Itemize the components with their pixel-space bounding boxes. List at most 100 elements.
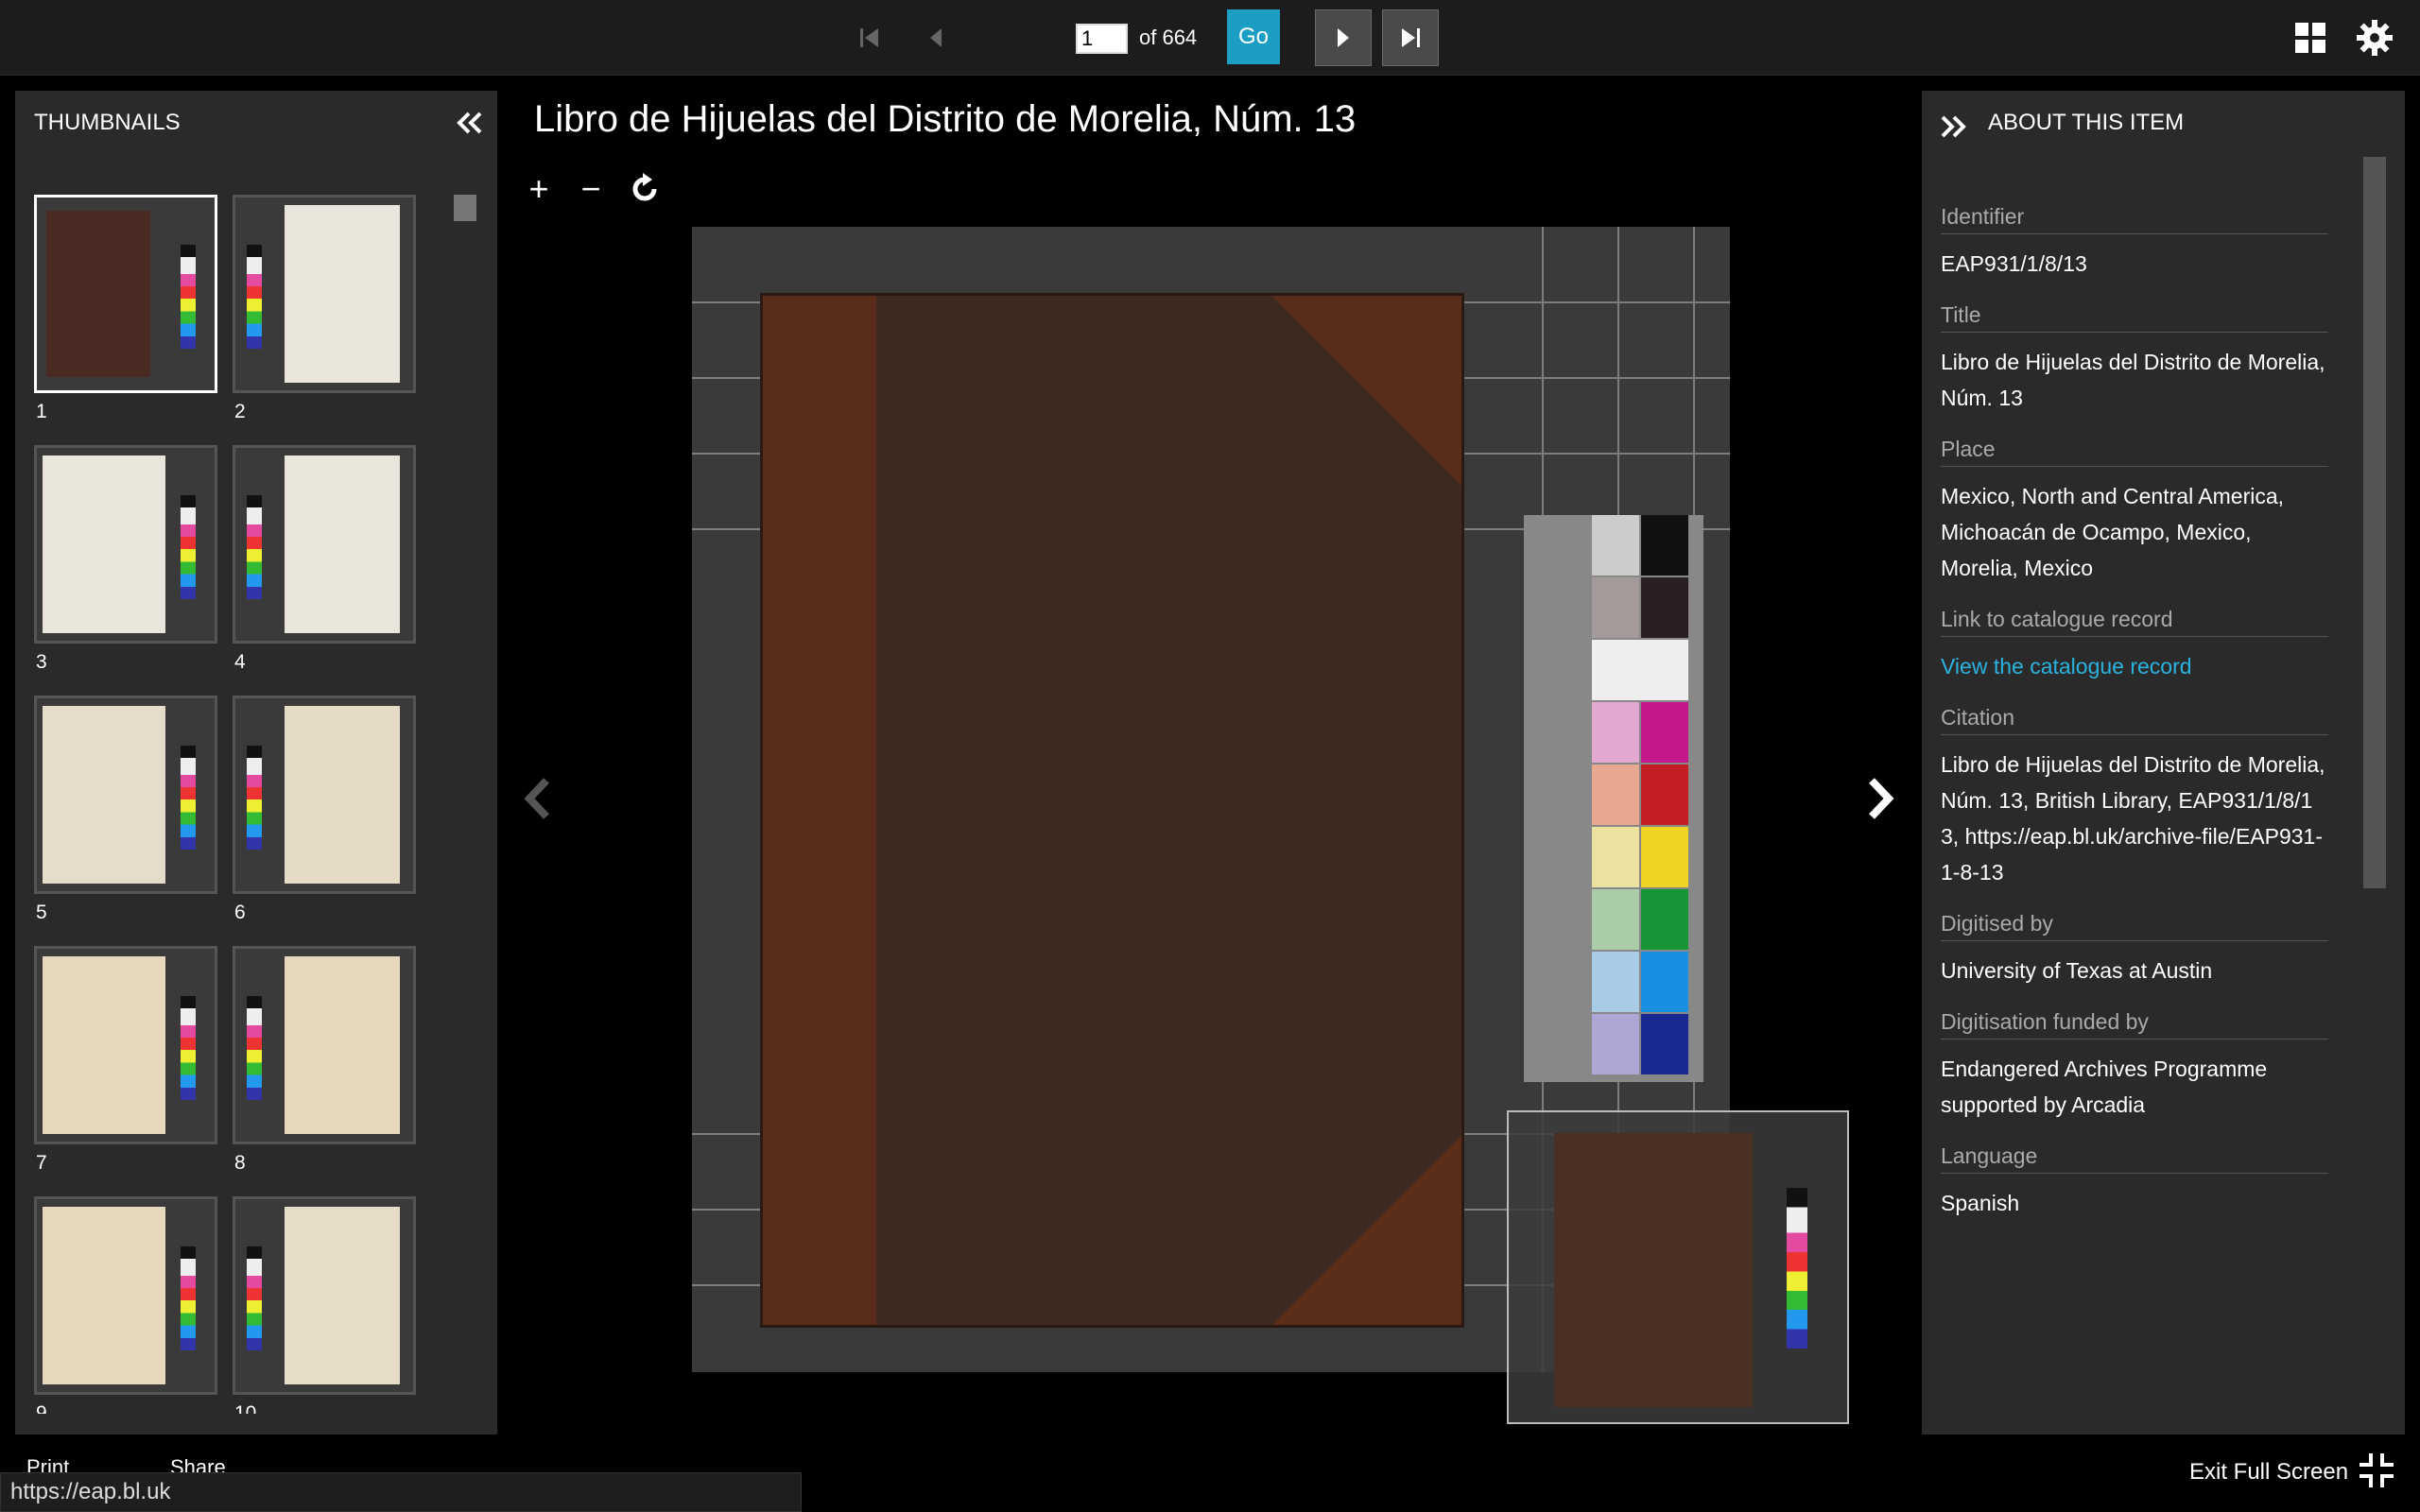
- identifier-label: Identifier: [1941, 204, 2328, 234]
- go-button[interactable]: Go: [1227, 9, 1280, 64]
- page-number-input[interactable]: [1076, 24, 1128, 54]
- color-chart-preview: [181, 746, 196, 850]
- previous-page-icon: [930, 28, 942, 47]
- color-chart-preview: [247, 245, 262, 349]
- exit-fullscreen-icon: [2360, 1453, 2394, 1487]
- color-chip: [1592, 765, 1639, 825]
- color-chart-preview: [247, 495, 262, 599]
- thumbnail-image: [34, 195, 217, 393]
- about-scrollbar[interactable]: [2363, 157, 2386, 888]
- citation-value: Libro de Hijuelas del Distrito de Moreli…: [1941, 752, 2325, 885]
- thumbnails-scrollbar[interactable]: [454, 195, 476, 221]
- color-chip: [1592, 952, 1639, 1012]
- page-preview: [43, 1207, 165, 1384]
- page-preview: [285, 956, 400, 1134]
- identifier-value: EAP931/1/8/13: [1941, 251, 2087, 276]
- page-preview: [43, 455, 165, 633]
- previous-image-arrow[interactable]: [518, 775, 560, 822]
- color-chart-preview: [247, 746, 262, 850]
- book-cover-image: [760, 293, 1464, 1328]
- last-page-button[interactable]: [1382, 9, 1439, 66]
- first-page-button[interactable]: [841, 9, 898, 66]
- catalogue-link-label: Link to catalogue record: [1941, 607, 2328, 637]
- collapse-thumbnails-button[interactable]: [450, 104, 488, 142]
- gallery-view-button[interactable]: [2291, 19, 2329, 57]
- thumbnail-item[interactable]: 5: [34, 696, 217, 923]
- gallery-icon: [2295, 23, 2325, 53]
- thumbnail-image: [233, 696, 416, 894]
- page-preview: [285, 455, 400, 633]
- book-corner: [1272, 296, 1461, 485]
- catalogue-record-link[interactable]: View the catalogue record: [1941, 648, 2328, 684]
- navigator-minimap[interactable]: [1507, 1110, 1849, 1424]
- thumbnail-label: 1: [36, 401, 47, 422]
- thumbnail-item[interactable]: 9: [34, 1196, 217, 1414]
- thumbnail-label: 5: [36, 902, 47, 923]
- thumbnail-image: [233, 946, 416, 1144]
- double-chevron-left-icon: [457, 112, 482, 134]
- last-page-icon: [1402, 28, 1420, 47]
- gear-icon: [2357, 20, 2393, 56]
- color-chip: [1592, 889, 1639, 950]
- exit-fullscreen-button[interactable]: Exit Full Screen: [2189, 1459, 2348, 1486]
- thumbnail-label: 2: [234, 401, 246, 422]
- title-label: Title: [1941, 302, 2328, 333]
- place-value: Mexico, North and Central America, Micho…: [1941, 484, 2285, 580]
- color-chart-preview: [247, 1246, 262, 1350]
- thumbnail-image: [34, 696, 217, 894]
- page-preview: [46, 211, 150, 377]
- thumbnail-image: [233, 445, 416, 644]
- thumbnail-label: 6: [234, 902, 246, 923]
- zoom-in-button[interactable]: +: [520, 169, 558, 208]
- next-page-icon: [1338, 28, 1349, 47]
- thumbnail-label: 7: [36, 1152, 47, 1174]
- thumbnail-item[interactable]: 7: [34, 946, 217, 1174]
- exit-fullscreen-icon-button[interactable]: [2358, 1452, 2395, 1489]
- color-chip: [1592, 640, 1688, 700]
- thumbnail-label: 4: [234, 651, 246, 673]
- color-chart-preview: [181, 495, 196, 599]
- color-chip: [1592, 702, 1639, 763]
- color-chip: [1641, 952, 1688, 1012]
- thumbnail-label: 10: [234, 1402, 257, 1414]
- thumbnail-image: [34, 445, 217, 644]
- thumbnail-item[interactable]: 6: [233, 696, 416, 923]
- about-panel: ABOUT THIS ITEM Identifier EAP931/1/8/13…: [1922, 91, 2405, 1435]
- double-chevron-right-icon: [1941, 115, 1966, 138]
- thumbnail-item[interactable]: 3: [34, 445, 217, 673]
- zoom-out-button[interactable]: −: [572, 169, 610, 208]
- page-count: of 664: [1139, 26, 1198, 49]
- rotate-button[interactable]: [626, 170, 664, 208]
- chevron-left-icon: [524, 778, 549, 819]
- next-image-arrow[interactable]: [1858, 775, 1900, 822]
- settings-button[interactable]: [2354, 17, 2395, 59]
- thumbnail-item[interactable]: 8: [233, 946, 416, 1174]
- thumbnail-item[interactable]: 2: [233, 195, 416, 422]
- metadata-list: Identifier EAP931/1/8/13 Title Libro de …: [1941, 204, 2328, 1242]
- thumbnail-item[interactable]: 10: [233, 1196, 416, 1414]
- color-chip: [1641, 577, 1688, 638]
- status-bar-url: https://eap.bl.uk: [0, 1472, 802, 1512]
- collapse-about-button[interactable]: [1935, 110, 1973, 144]
- about-title: ABOUT THIS ITEM: [1988, 110, 2185, 135]
- thumbnail-item[interactable]: 1: [34, 195, 217, 422]
- color-chart-preview: [181, 996, 196, 1100]
- page-preview: [285, 1207, 400, 1384]
- color-chip: [1641, 889, 1688, 950]
- color-chart-preview: [181, 1246, 196, 1350]
- next-page-button[interactable]: [1315, 9, 1372, 66]
- page-preview: [43, 956, 165, 1134]
- thumbnail-item[interactable]: 4: [233, 445, 416, 673]
- book-spine: [763, 296, 876, 1325]
- book-corner: [1272, 1136, 1461, 1325]
- color-chip: [1592, 1014, 1639, 1074]
- minimap-book-image: [1554, 1133, 1753, 1407]
- color-chip: [1641, 765, 1688, 825]
- language-label: Language: [1941, 1143, 2328, 1174]
- title-value: Libro de Hijuelas del Distrito de Moreli…: [1941, 350, 2325, 410]
- digitised-by-label: Digitised by: [1941, 911, 2328, 941]
- item-title: Libro de Hijuelas del Distrito de Moreli…: [534, 98, 1357, 140]
- previous-page-button[interactable]: [908, 9, 964, 66]
- color-chip: [1641, 1014, 1688, 1074]
- color-chip: [1641, 702, 1688, 763]
